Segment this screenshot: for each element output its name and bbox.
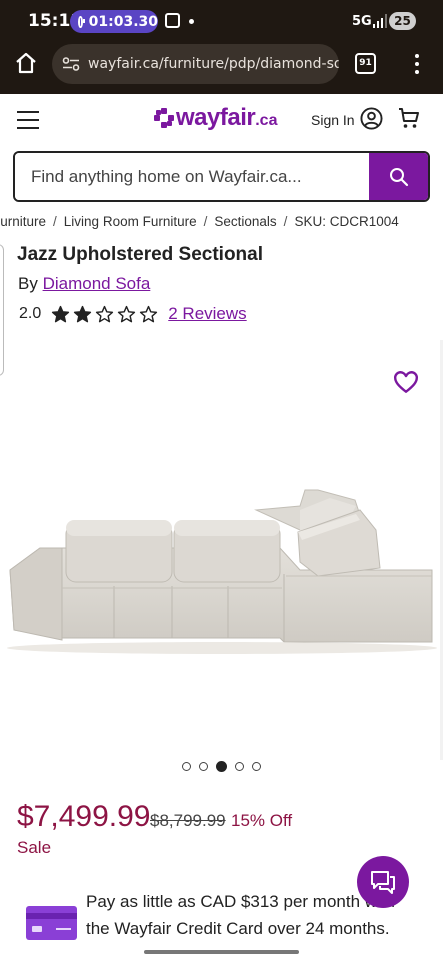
discount-label: 15% Off xyxy=(231,811,293,830)
logo-tld: .ca xyxy=(255,112,278,129)
star-empty-icon xyxy=(140,305,158,322)
reviews-link[interactable]: 2 Reviews xyxy=(168,304,246,324)
pagination-dot[interactable] xyxy=(235,762,244,771)
breadcrumb-item[interactable]: Living Room Furniture xyxy=(64,214,197,229)
was-price: $8,799.99 xyxy=(150,811,226,830)
status-bar: 15:11 01:03.30 5G 25 xyxy=(0,0,443,44)
timer-text: 01:03.30 xyxy=(88,13,158,30)
side-drawer-handle[interactable] xyxy=(0,244,4,376)
home-icon[interactable] xyxy=(14,51,38,75)
credit-card-icon xyxy=(26,906,77,940)
brand-link[interactable]: Diamond Sofa xyxy=(43,274,151,293)
search-input[interactable] xyxy=(15,153,370,200)
rating-value: 2.0 xyxy=(19,305,42,322)
sign-in-link[interactable]: Sign In xyxy=(311,112,355,128)
sale-label: Sale xyxy=(17,838,52,857)
notification-dot-icon xyxy=(189,19,194,24)
chat-button[interactable] xyxy=(357,856,409,908)
logo-text: wayfair xyxy=(176,104,256,131)
product-title: Jazz Upholstered Sectional xyxy=(17,244,264,265)
screen-record-icon xyxy=(165,13,180,28)
chat-icon xyxy=(371,871,395,894)
search-bar xyxy=(13,151,430,202)
site-header: wayfair .ca Sign In xyxy=(0,94,443,146)
search-icon xyxy=(389,167,408,186)
hamburger-icon[interactable] xyxy=(17,111,39,129)
heart-icon[interactable] xyxy=(393,369,419,395)
star-filled-icon xyxy=(74,305,92,322)
tabs-button[interactable]: 91 xyxy=(355,53,376,74)
address-bar[interactable]: wayfair.ca/furniture/pdp/diamond-sofa xyxy=(52,44,339,84)
star-empty-icon xyxy=(96,305,114,322)
current-price: $7,499.99 xyxy=(17,800,151,833)
breadcrumb-item[interactable]: Sectionals xyxy=(214,214,276,229)
star-empty-icon xyxy=(118,305,136,322)
breadcrumb-sku: SKU: CDCR1004 xyxy=(294,214,399,229)
url-text: wayfair.ca/furniture/pdp/diamond-sofa xyxy=(88,56,339,72)
signal-icon xyxy=(373,14,387,28)
battery-icon: 25 xyxy=(389,12,416,30)
image-pagination xyxy=(182,761,261,772)
more-options-icon[interactable] xyxy=(409,54,425,74)
stopwatch-icon xyxy=(78,15,85,28)
pagination-dot[interactable] xyxy=(182,762,191,771)
network-label: 5G xyxy=(352,14,372,29)
product-image[interactable] xyxy=(0,470,443,660)
gesture-bar[interactable] xyxy=(144,950,299,954)
credit-offer-text[interactable]: Pay as little as CAD $313 per month with… xyxy=(86,888,406,942)
star-filled-icon xyxy=(52,305,70,322)
wayfair-logo[interactable]: wayfair .ca xyxy=(154,104,277,132)
site-settings-icon[interactable] xyxy=(62,57,80,71)
breadcrumb-separator: / xyxy=(203,214,208,229)
cart-icon[interactable] xyxy=(397,106,421,130)
timer-pill[interactable]: 01:03.30 xyxy=(70,10,158,33)
breadcrumb-item[interactable]: Furniture xyxy=(0,214,46,229)
logo-mark-icon xyxy=(154,108,174,128)
product-byline: By Diamond Sofa xyxy=(18,274,150,294)
account-icon[interactable] xyxy=(360,107,383,130)
pagination-dot[interactable] xyxy=(252,762,261,771)
rating-row: 2.0 2 Reviews xyxy=(19,304,247,324)
breadcrumb-separator: / xyxy=(53,214,57,229)
by-prefix: By xyxy=(18,274,38,293)
pagination-dot[interactable] xyxy=(216,761,227,772)
pagination-dot[interactable] xyxy=(199,762,208,771)
breadcrumb: Furniture / Living Room Furniture / Sect… xyxy=(0,214,443,234)
search-button[interactable] xyxy=(369,153,428,200)
browser-toolbar: wayfair.ca/furniture/pdp/diamond-sofa 91 xyxy=(0,44,443,94)
breadcrumb-separator: / xyxy=(283,214,288,229)
star-rating xyxy=(51,305,158,324)
